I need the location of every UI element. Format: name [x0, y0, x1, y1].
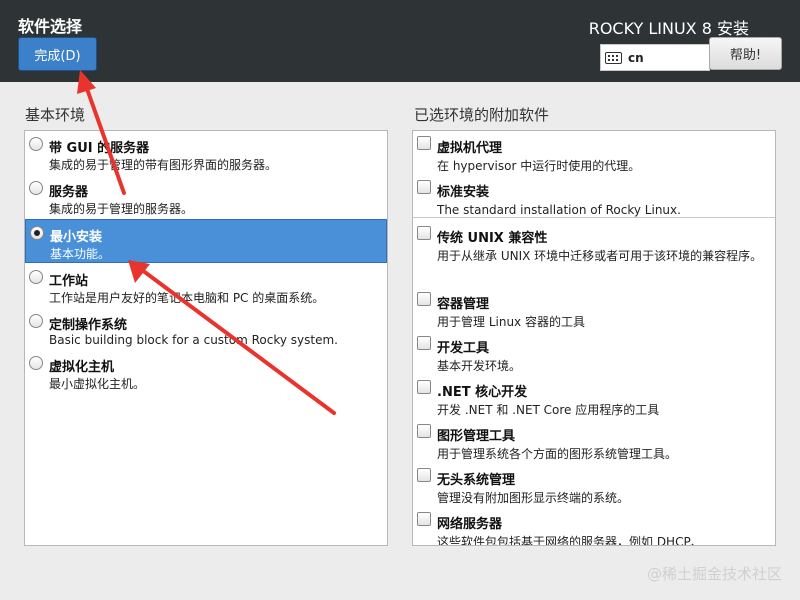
help-button[interactable]: 帮助! [709, 37, 782, 70]
addon-name: 虚拟机代理 [437, 141, 503, 156]
product-title: ROCKY LINUX 8 安装 [588, 19, 749, 38]
addon-name: 图形管理工具 [437, 429, 516, 444]
watermark: @稀土掘金技术社区 [646, 565, 782, 583]
addon-desc: 基本开发环境。 [437, 359, 522, 373]
env-item-desc: 集成的易于管理的带有图形界面的服务器。 [49, 158, 278, 172]
addons-list[interactable]: 虚拟机代理 在 hypervisor 中运行时使用的代理。 标准安装 The s… [412, 130, 776, 546]
env-item-custom-os[interactable]: 定制操作系统 Basic building block for a custom… [25, 308, 387, 352]
addon-name: 标准安装 [437, 185, 490, 200]
addon-name: 开发工具 [437, 341, 490, 356]
addons-title: 已选环境的附加软件 [414, 106, 550, 124]
addons-divider [413, 217, 775, 218]
addon-network-server[interactable]: 网络服务器 这些软件包包括基于网络的服务器，例如 DHCP、 [413, 507, 775, 546]
env-item-name: 服务器 [49, 185, 89, 200]
checkbox[interactable] [417, 336, 431, 350]
env-item-desc: 基本功能。 [50, 247, 111, 261]
radio-button[interactable] [29, 314, 43, 328]
addon-desc: 用于管理系统各个方面的图形系统管理工具。 [437, 447, 678, 461]
radio-button[interactable] [29, 356, 43, 370]
env-item-server-with-gui[interactable]: 带 GUI 的服务器 集成的易于管理的带有图形界面的服务器。 [25, 131, 387, 175]
checkbox[interactable] [417, 292, 431, 306]
checkbox[interactable] [417, 468, 431, 482]
addon-standard[interactable]: 标准安装 The standard installation of Rocky … [413, 175, 775, 219]
addon-name: 传统 UNIX 兼容性 [437, 231, 548, 246]
addon-name: .NET 核心开发 [437, 385, 528, 400]
addon-name: 网络服务器 [437, 517, 503, 532]
checkbox[interactable] [417, 180, 431, 194]
checkbox[interactable] [417, 226, 431, 240]
keyboard-layout-label: cn [628, 50, 644, 65]
radio-button[interactable] [29, 270, 43, 284]
addon-desc: 开发 .NET 和 .NET Core 应用程序的工具 [437, 403, 660, 417]
addon-desc: 管理没有附加图形显示终端的系统。 [437, 491, 630, 505]
env-item-name: 工作站 [49, 274, 89, 289]
addon-dotnet-core[interactable]: .NET 核心开发 开发 .NET 和 .NET Core 应用程序的工具 [413, 375, 775, 419]
env-item-server[interactable]: 服务器 集成的易于管理的服务器。 [25, 175, 387, 219]
addon-development-tools[interactable]: 开发工具 基本开发环境。 [413, 331, 775, 375]
env-item-virtualization-host[interactable]: 虚拟化主机 最小虚拟化主机。 [25, 350, 387, 394]
addon-guest-agents[interactable]: 虚拟机代理 在 hypervisor 中运行时使用的代理。 [413, 131, 775, 175]
env-item-workstation[interactable]: 工作站 工作站是用户友好的笔记本电脑和 PC 的桌面系统。 [25, 264, 387, 308]
keyboard-icon [605, 51, 622, 64]
env-item-desc: 工作站是用户友好的笔记本电脑和 PC 的桌面系统。 [49, 291, 325, 305]
env-item-name: 定制操作系统 [49, 318, 128, 333]
addon-desc: 这些软件包包括基于网络的服务器，例如 DHCP、 [437, 535, 703, 546]
addon-desc: 在 hypervisor 中运行时使用的代理。 [437, 159, 641, 173]
addon-name: 容器管理 [437, 297, 490, 312]
addon-desc: 用于从继承 UNIX 环境中迁移或者可用于该环境的兼容程序。 [437, 249, 763, 263]
header-bar: 软件选择 完成(D) ROCKY LINUX 8 安装 cn 帮助! [0, 0, 800, 82]
env-item-desc: 最小虚拟化主机。 [49, 377, 146, 391]
env-item-desc: Basic building block for a custom Rocky … [49, 333, 338, 347]
page-title: 软件选择 [18, 17, 83, 36]
radio-button-checked[interactable] [30, 226, 44, 240]
radio-button[interactable] [29, 137, 43, 151]
addon-headless-management[interactable]: 无头系统管理 管理没有附加图形显示终端的系统。 [413, 463, 775, 507]
checkbox[interactable] [417, 380, 431, 394]
done-button[interactable]: 完成(D) [18, 37, 97, 71]
checkbox[interactable] [417, 136, 431, 150]
base-environment-list[interactable]: 带 GUI 的服务器 集成的易于管理的带有图形界面的服务器。 服务器 集成的易于… [24, 130, 388, 546]
checkbox[interactable] [417, 424, 431, 438]
env-item-desc: 集成的易于管理的服务器。 [49, 202, 194, 216]
addon-legacy-unix[interactable]: 传统 UNIX 兼容性 用于从继承 UNIX 环境中迁移或者可用于该环境的兼容程… [413, 221, 775, 287]
env-item-name: 最小安装 [50, 230, 103, 245]
checkbox[interactable] [417, 512, 431, 526]
addon-name: 无头系统管理 [437, 473, 516, 488]
keyboard-layout-indicator[interactable]: cn [600, 44, 710, 71]
radio-button[interactable] [29, 181, 43, 195]
base-environment-title: 基本环境 [25, 106, 86, 124]
env-item-minimal-install[interactable]: 最小安装 基本功能。 [25, 219, 387, 263]
addon-desc: 用于管理 Linux 容器的工具 [437, 315, 585, 329]
env-item-name: 带 GUI 的服务器 [49, 141, 150, 156]
addon-container-management[interactable]: 容器管理 用于管理 Linux 容器的工具 [413, 287, 775, 331]
addon-graphical-admin-tools[interactable]: 图形管理工具 用于管理系统各个方面的图形系统管理工具。 [413, 419, 775, 463]
env-item-name: 虚拟化主机 [49, 360, 115, 375]
